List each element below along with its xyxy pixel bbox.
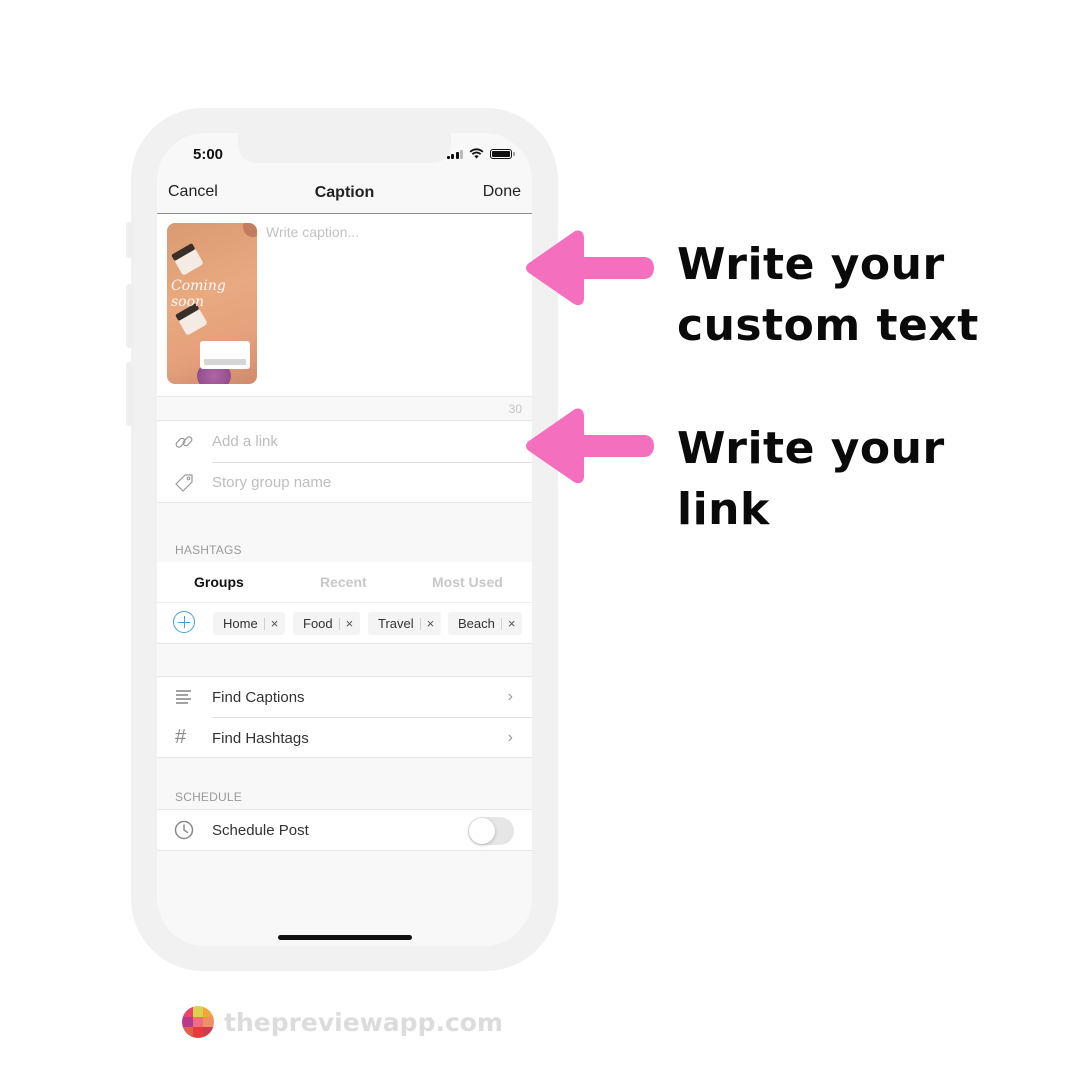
- find-captions-label: Find Captions: [212, 689, 305, 706]
- logo-cell: [203, 1016, 214, 1028]
- hashtag-chip[interactable]: Food ×: [293, 612, 361, 635]
- schedule-toggle[interactable]: [468, 817, 514, 845]
- annotation-line: Write your: [677, 239, 945, 290]
- volume-up-button: [126, 284, 134, 348]
- story-thumbnail[interactable]: Coming soon: [167, 223, 257, 384]
- chip-label: Food: [303, 616, 333, 631]
- page-title: Caption: [314, 184, 375, 201]
- add-link-row: [157, 421, 532, 462]
- volume-down-button: [126, 362, 134, 426]
- link-fields-group: [157, 421, 532, 503]
- thumbnail-jar: [178, 308, 208, 336]
- find-hashtags-row[interactable]: # Find Hashtags ›: [157, 718, 532, 759]
- add-link-input[interactable]: [212, 421, 522, 462]
- logo-cell: [192, 1006, 204, 1017]
- find-captions-row[interactable]: Find Captions ›: [157, 677, 532, 718]
- text-lines-icon: [176, 690, 191, 704]
- thumbnail-text: Coming soon: [171, 278, 226, 310]
- thumbnail-decoration: [243, 223, 257, 237]
- hashtag-chip[interactable]: Travel ×: [368, 612, 442, 635]
- logo-cell: [182, 1006, 193, 1017]
- annotation-line: link: [677, 484, 770, 535]
- chevron-right-icon: ›: [507, 688, 513, 705]
- thumbnail-jar: [174, 248, 204, 276]
- schedule-post-row: Schedule Post: [157, 809, 532, 851]
- brand-footer: thepreviewapp.com: [182, 1006, 503, 1038]
- remove-chip-icon[interactable]: ×: [508, 616, 516, 631]
- chip-separator: [338, 617, 340, 630]
- arrow-left-icon: [526, 408, 654, 484]
- logo-cell: [182, 1027, 193, 1038]
- hashtags-section-label: HASHTAGS: [175, 543, 242, 557]
- logo-cell: [203, 1006, 214, 1017]
- find-hashtags-label: Find Hashtags: [212, 730, 309, 747]
- chip-separator: [419, 617, 421, 630]
- clock-icon: [174, 820, 194, 840]
- navbar: Cancel Caption Done: [157, 173, 532, 214]
- link-icon: [175, 436, 193, 448]
- chevron-right-icon: ›: [507, 729, 513, 746]
- story-group-row: [157, 462, 532, 503]
- status-icons: [446, 148, 515, 159]
- logo-cell: [192, 1027, 204, 1038]
- caption-input[interactable]: [266, 224, 521, 374]
- chip-separator: [263, 617, 265, 630]
- remove-chip-icon[interactable]: ×: [427, 616, 435, 631]
- remove-chip-icon[interactable]: ×: [271, 616, 279, 631]
- story-group-input[interactable]: [212, 462, 522, 503]
- mute-switch: [126, 222, 134, 258]
- tag-icon: [175, 474, 193, 492]
- chip-separator: [500, 617, 502, 630]
- arrow-left-icon: [526, 230, 654, 306]
- done-button[interactable]: Done: [483, 183, 521, 201]
- battery-icon: [490, 148, 515, 159]
- schedule-section-label: SCHEDULE: [175, 790, 242, 804]
- remove-chip-icon[interactable]: ×: [346, 616, 354, 631]
- status-time: 5:00: [193, 146, 224, 163]
- tab-groups[interactable]: Groups: [194, 574, 244, 590]
- char-counter: 30: [508, 402, 522, 416]
- home-indicator: [278, 935, 412, 940]
- logo-cell: [182, 1016, 193, 1028]
- annotation-link: Write your link: [677, 418, 945, 540]
- hashtag-groups-row: Home × Food × Travel × Beach ×: [157, 603, 532, 644]
- hashtag-tabs: Groups Recent Most Used: [157, 562, 532, 603]
- brand-logo-icon: [182, 1006, 214, 1038]
- chip-label: Travel: [378, 616, 414, 631]
- hashtag-chip[interactable]: Beach ×: [448, 612, 523, 635]
- find-menu: Find Captions › # Find Hashtags ›: [157, 676, 532, 758]
- hashtag-chip[interactable]: Home ×: [213, 612, 286, 635]
- schedule-post-label: Schedule Post: [212, 822, 309, 839]
- thumbnail-card: [200, 341, 250, 369]
- annotation-line: Write your: [677, 423, 945, 474]
- logo-cell: [192, 1016, 204, 1028]
- toggle-knob: [469, 818, 495, 844]
- wifi-icon: [469, 148, 484, 159]
- logo-cell: [203, 1027, 214, 1038]
- char-counter-row: 30: [157, 396, 532, 421]
- chip-label: Home: [223, 616, 258, 631]
- hashtag-icon: #: [175, 726, 187, 748]
- tab-most-used[interactable]: Most Used: [432, 574, 503, 590]
- cellular-signal-icon: [446, 149, 463, 159]
- notch: [238, 133, 451, 163]
- caption-section: Coming soon: [157, 214, 532, 396]
- phone-screen: 5:00 Cancel Caption Done Coming soon 30: [157, 133, 532, 946]
- tab-recent[interactable]: Recent: [320, 574, 367, 590]
- add-group-icon[interactable]: [173, 611, 195, 633]
- chip-label: Beach: [458, 616, 495, 631]
- annotation-custom-text: Write your custom text: [677, 234, 979, 356]
- annotation-line: custom text: [677, 300, 979, 351]
- brand-text: thepreviewapp.com: [224, 1007, 504, 1037]
